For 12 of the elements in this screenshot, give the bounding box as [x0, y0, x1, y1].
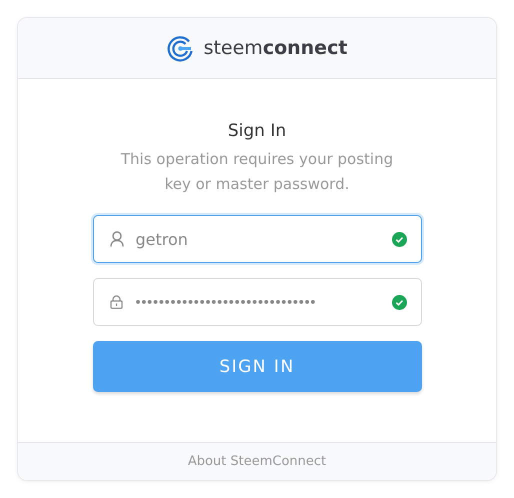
sign-in-button[interactable]: SIGN IN [92, 341, 422, 392]
password-field[interactable]: ••••••••••••••••••••••••••••••• [92, 278, 422, 326]
logo-icon [166, 34, 194, 62]
user-icon [110, 231, 124, 247]
lock-icon [110, 295, 122, 309]
username-value: getron [136, 230, 189, 248]
username-field[interactable]: getron [92, 215, 422, 263]
password-value: ••••••••••••••••••••••••••••••• [134, 296, 316, 308]
title: Sign In [228, 121, 286, 141]
logo-text: steemconnect [204, 37, 348, 59]
message: This operation requires your posting key or master password. [120, 149, 394, 195]
about-link[interactable]: About SteemConnect [188, 454, 326, 469]
